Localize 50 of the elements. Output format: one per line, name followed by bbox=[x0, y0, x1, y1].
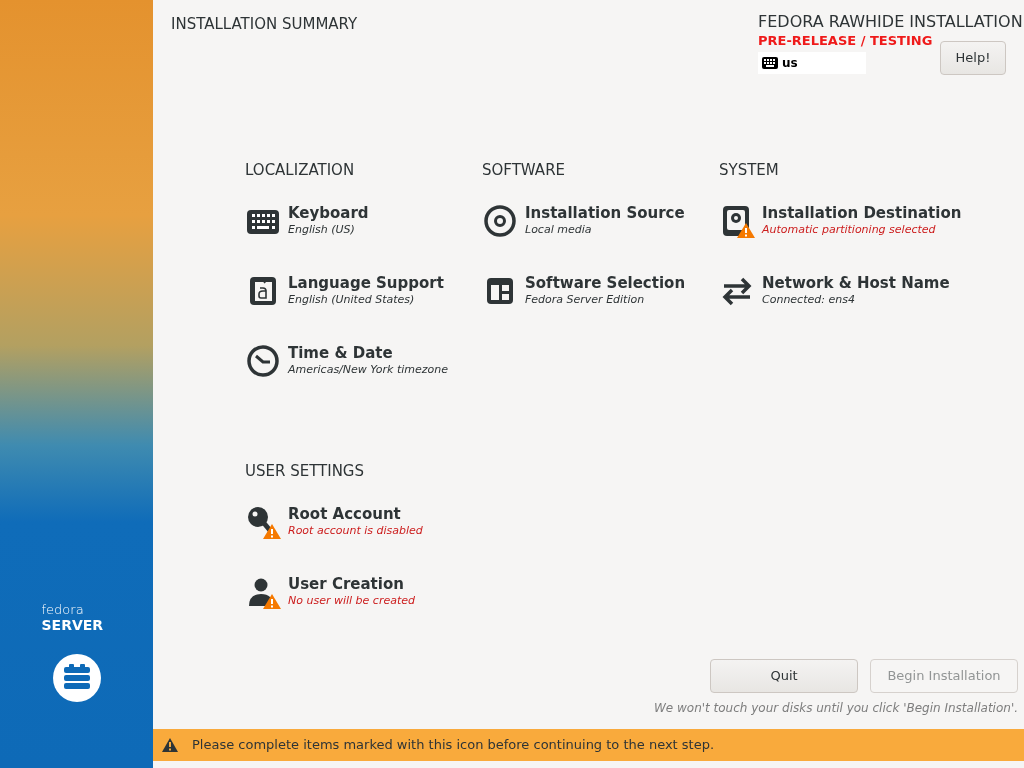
summary-spoke[interactable]: Software Selection Fedora Server Edition bbox=[482, 273, 686, 343]
disc-icon bbox=[484, 205, 516, 237]
spoke-status: Root account is disabled bbox=[288, 524, 423, 538]
section-heading: SOFTWARE bbox=[482, 160, 567, 181]
keyboard-layout-indicator[interactable]: us bbox=[758, 52, 866, 74]
spoke-status: Local media bbox=[525, 223, 593, 237]
summary-spoke[interactable]: Installation Destination Automatic partitioning selected bbox=[719, 203, 962, 273]
arrows-icon bbox=[722, 277, 752, 306]
spoke-title: Installation Destination bbox=[762, 203, 962, 223]
section-heading: SYSTEM bbox=[719, 160, 780, 181]
spoke-title: Time & Date bbox=[288, 343, 394, 363]
spoke-title: Language Support bbox=[288, 273, 444, 293]
warning-icon bbox=[162, 738, 178, 752]
section-heading: LOCALIZATION bbox=[245, 160, 356, 181]
brand-subtitle: SERVER bbox=[41, 617, 105, 633]
spoke-status: No user will be created bbox=[288, 594, 415, 608]
summary-spoke[interactable]: Network & Host Name Connected: ens4 bbox=[719, 273, 950, 343]
spoke-title: Root Account bbox=[288, 504, 402, 524]
summary-spoke[interactable]: Language Support English (United States) bbox=[245, 273, 444, 343]
spoke-title: Network & Host Name bbox=[762, 273, 950, 293]
spoke-status: English (US) bbox=[288, 223, 356, 237]
prerelease-label: PRE-RELEASE / TESTING bbox=[758, 32, 933, 49]
server-logo-icon bbox=[52, 654, 101, 702]
summary-spoke[interactable]: Time & Date Americas/New York timezone bbox=[245, 343, 449, 413]
spoke-title: Software Selection bbox=[525, 273, 686, 293]
quit-button[interactable]: Quit bbox=[710, 659, 858, 693]
summary-spoke[interactable]: Keyboard English (US) bbox=[245, 203, 369, 273]
spoke-status: Automatic partitioning selected bbox=[762, 223, 937, 237]
brand-wordmark: fedora bbox=[41, 603, 85, 617]
language-icon bbox=[250, 277, 276, 305]
warning-message: Please complete items marked with this icon before continuing to the next step. bbox=[192, 736, 715, 755]
spoke-title: Installation Source bbox=[525, 203, 685, 223]
page-title: INSTALLATION SUMMARY bbox=[171, 14, 358, 35]
spoke-status: Fedora Server Edition bbox=[525, 293, 646, 307]
package-icon bbox=[487, 278, 513, 304]
disk-notice: We won't touch your disks until you click 'Begin Installation'. bbox=[653, 700, 1018, 717]
summary-spoke[interactable]: Installation Source Local media bbox=[482, 203, 685, 273]
spoke-status: English (United States) bbox=[288, 293, 416, 307]
keyboard-icon bbox=[762, 57, 778, 69]
keyboard-icon bbox=[247, 210, 279, 234]
spoke-title: Keyboard bbox=[288, 203, 369, 223]
spoke-status: Americas/New York timezone bbox=[288, 363, 449, 377]
product-title: FEDORA RAWHIDE INSTALLATION bbox=[758, 12, 1023, 32]
clock-icon bbox=[247, 345, 279, 377]
summary-spoke[interactable]: User Creation No user will be created bbox=[245, 574, 415, 644]
spoke-title: User Creation bbox=[288, 574, 405, 594]
summary-spoke[interactable]: Root Account Root account is disabled bbox=[245, 504, 423, 574]
spoke-status: Connected: ens4 bbox=[762, 293, 856, 307]
section-heading: USER SETTINGS bbox=[245, 461, 366, 482]
help-button[interactable]: Help! bbox=[940, 41, 1006, 75]
